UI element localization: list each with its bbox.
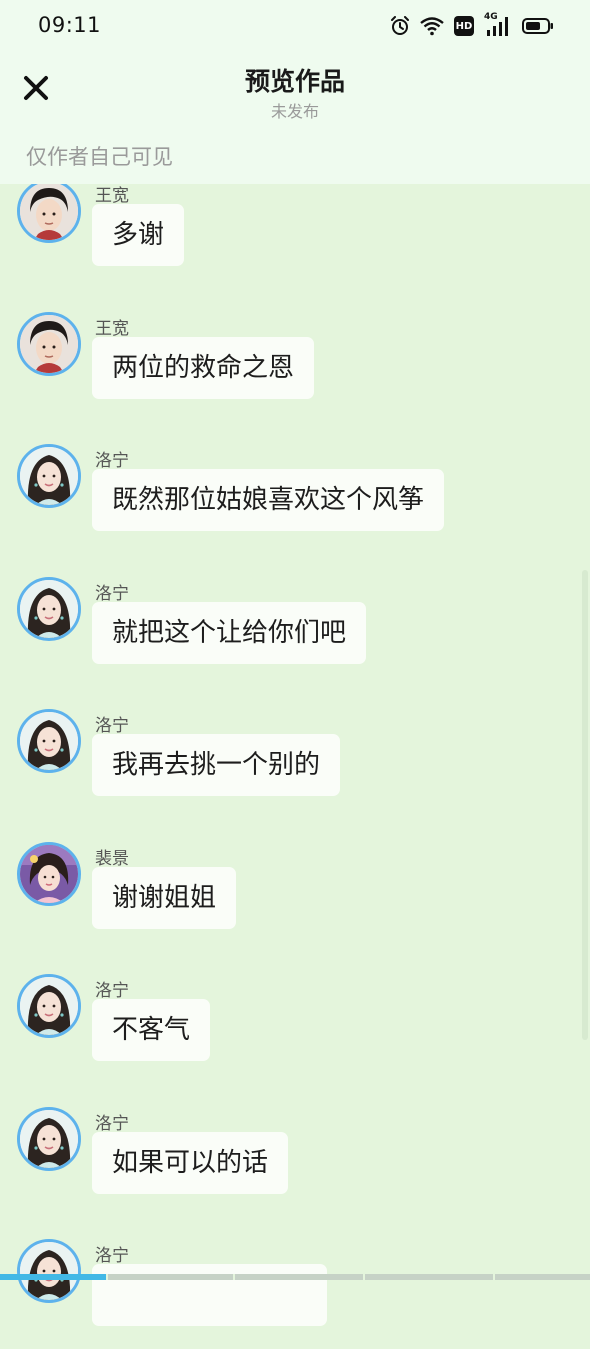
- sender-name: 洛宁: [95, 1246, 129, 1266]
- battery-icon: [522, 17, 554, 35]
- progress-segment: [233, 1274, 363, 1280]
- status-bar: 09:11 HD 4G: [0, 0, 590, 52]
- chat-message[interactable]: 洛宁: [0, 1239, 560, 1349]
- avatar[interactable]: [17, 841, 81, 906]
- sender-name: 裴景: [95, 848, 129, 869]
- message-bubble[interactable]: 谢谢姐姐: [92, 866, 237, 929]
- header: 预览作品 未发布: [0, 52, 590, 132]
- avatar[interactable]: [17, 311, 81, 376]
- sender-name: 洛宁: [95, 451, 129, 471]
- progress-segment: [363, 1274, 493, 1280]
- avatar[interactable]: [17, 1239, 81, 1303]
- message-bubble[interactable]: 两位的救命之恩: [92, 336, 315, 399]
- progress-segment: [106, 1274, 233, 1280]
- message-bubble[interactable]: 多谢: [92, 204, 185, 266]
- chat-message[interactable]: 洛宁 不客气: [0, 974, 560, 1084]
- sender-name: 洛宁: [95, 583, 129, 604]
- status-icons: HD 4G: [390, 12, 554, 38]
- wifi-icon: [420, 16, 444, 36]
- chat-message[interactable]: 王宽 两位的救命之恩: [0, 311, 560, 422]
- avatar[interactable]: [17, 1106, 81, 1171]
- message-bubble[interactable]: 就把这个让给你们吧: [92, 601, 367, 664]
- hd-icon: HD: [454, 16, 474, 36]
- alarm-icon: [390, 16, 410, 36]
- avatar[interactable]: [17, 179, 81, 243]
- avatar[interactable]: [17, 444, 81, 508]
- visibility-note: 仅作者自己可见: [26, 145, 173, 169]
- playback-progress[interactable]: [0, 1274, 590, 1280]
- message-bubble[interactable]: 不客气: [92, 999, 211, 1061]
- chat-message[interactable]: 洛宁 就把这个让给你们吧: [0, 576, 560, 687]
- top-area: 09:11 HD 4G 预览作品 未发布 仅作者自己可见: [0, 0, 590, 184]
- sender-name: 洛宁: [95, 981, 129, 1001]
- page-title: 预览作品: [244, 67, 345, 96]
- message-bubble[interactable]: 如果可以的话: [92, 1131, 289, 1194]
- chat-message[interactable]: 王宽 多谢: [0, 179, 560, 289]
- message-bubble[interactable]: 我再去挑一个别的: [92, 734, 341, 796]
- chat-list[interactable]: 王宽 多谢 王宽 两位的救命之恩 洛宁 既然那位姑娘喜欢这个风筝 洛宁 就把这个让给你们吧 洛宁…: [0, 0, 590, 1326]
- chat-message[interactable]: 洛宁 如果可以的话: [0, 1106, 560, 1217]
- chat-message[interactable]: 洛宁 我再去挑一个别的: [0, 709, 560, 819]
- chat-message[interactable]: 裴景 谢谢姐姐: [0, 841, 560, 952]
- sender-name: 王宽: [95, 186, 129, 206]
- avatar[interactable]: [17, 709, 81, 773]
- avatar[interactable]: [17, 974, 81, 1038]
- scrollbar[interactable]: [582, 570, 588, 1040]
- sender-name: 洛宁: [95, 716, 129, 736]
- sender-name: 王宽: [95, 318, 129, 339]
- progress-fill: [0, 1274, 106, 1280]
- message-bubble[interactable]: 既然那位姑娘喜欢这个风筝: [92, 469, 445, 531]
- signal-icon: 4G: [484, 12, 512, 37]
- chat-message[interactable]: 洛宁 既然那位姑娘喜欢这个风筝: [0, 444, 560, 554]
- progress-segment: [493, 1274, 590, 1280]
- hd-label: HD: [455, 20, 473, 32]
- avatar[interactable]: [17, 576, 81, 641]
- publish-status: 未发布: [270, 102, 319, 121]
- sender-name: 洛宁: [95, 1113, 129, 1134]
- status-time: 09:11: [38, 13, 102, 37]
